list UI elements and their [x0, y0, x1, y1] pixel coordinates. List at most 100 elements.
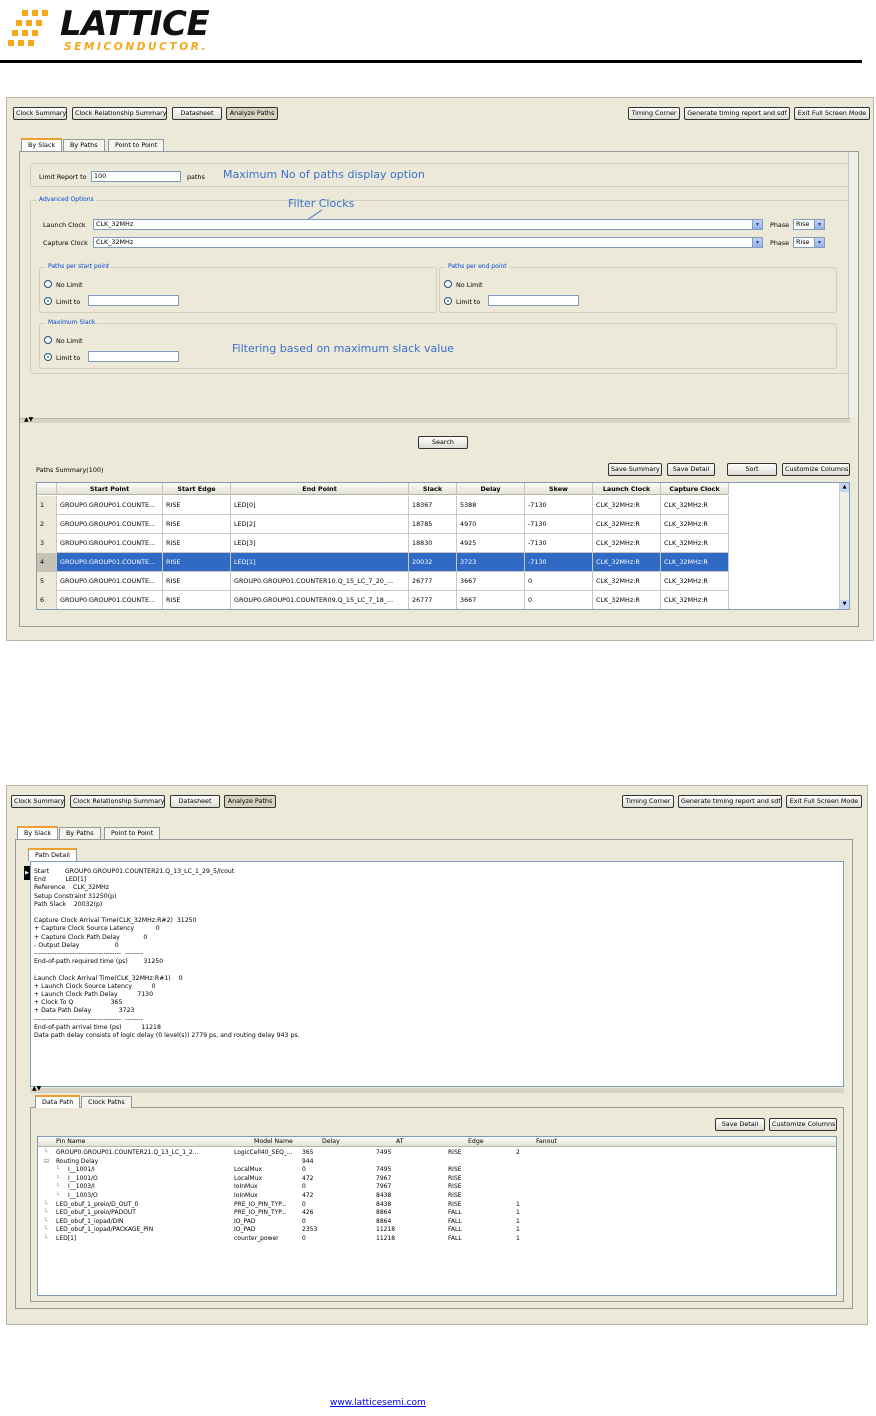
chevron-down-icon[interactable]: ▾	[814, 238, 824, 247]
collapse-arrows-icon[interactable]: ▲▼	[24, 416, 33, 424]
footer-link[interactable]: www.latticesemi.com	[330, 1398, 426, 1408]
save-summary-button[interactable]: Save Summary	[608, 463, 662, 476]
save-detail-button[interactable]: Save Detail	[715, 1118, 765, 1131]
tab-data-path[interactable]: Data Path	[35, 1095, 81, 1108]
tab-clock-paths[interactable]: Clock Paths	[81, 1096, 132, 1108]
table-row[interactable]: 3 GROUP0.GROUP01.COUNTE... RISE LED[3] 18830…	[37, 534, 729, 553]
column-header[interactable]: End Point	[231, 483, 409, 495]
detail-line: Path Slack 20032(p)	[34, 900, 103, 908]
summary-table-scrollbar[interactable]: ▲ ▼	[839, 483, 849, 609]
clock-relationship-button[interactable]: Clock Relationship Summary	[70, 795, 165, 808]
column-header[interactable]: AT	[396, 1137, 404, 1147]
column-header[interactable]: Start Point	[57, 483, 163, 495]
chevron-down-icon[interactable]: ▾	[814, 220, 824, 229]
top-panel-scrollbar[interactable]	[848, 152, 858, 418]
tree-branch-icon: └	[56, 1174, 60, 1182]
capture-clock-select[interactable]: CLK_32MHz ▾	[93, 237, 763, 248]
customize-columns-button[interactable]: Customize Columns	[782, 463, 850, 476]
tab-point-to-point[interactable]: Point to Point	[104, 827, 161, 839]
slack-limit-to-radio[interactable]	[44, 353, 52, 361]
list-item[interactable]: └ LED_obuf_1_preio/PADOUT PRE_IO_PIN_TYP..…	[38, 1209, 598, 1217]
column-header[interactable]: Pin Name	[56, 1137, 85, 1147]
table-cell: LocalMux	[234, 1166, 263, 1174]
end-limit-to-radio[interactable]	[444, 297, 452, 305]
list-item[interactable]: └ LED_obuf_1_iopad/PACKAGE_PIN IO_PAD 2353 1…	[38, 1226, 598, 1234]
exit-full-screen-button[interactable]: Exit Full Screen Mode	[786, 795, 862, 808]
list-item[interactable]: └ I__1001/O LocalMux 472 7967 RISE	[38, 1175, 598, 1183]
splitter-handle[interactable]: ▲▼	[20, 416, 850, 424]
sort-button[interactable]: Sort	[727, 463, 777, 476]
column-header[interactable]: Delay	[457, 483, 525, 495]
slack-limit-input[interactable]	[88, 351, 179, 362]
analyze-paths-button[interactable]: Analyze Paths	[226, 107, 278, 120]
clock-summary-button[interactable]: Clock Summary	[13, 107, 67, 120]
clock-summary-button[interactable]: Clock Summary	[11, 795, 65, 808]
exit-full-screen-button[interactable]: Exit Full Screen Mode	[794, 107, 870, 120]
table-cell: GROUP0.GROUP01.COUNTER21.Q_13_LC_1_2...	[56, 1149, 199, 1156]
table-row[interactable]: 5 GROUP0.GROUP01.COUNTE... RISE GROUP0.GROU…	[37, 572, 729, 591]
customize-columns-button[interactable]: Customize Columns	[769, 1118, 837, 1131]
datasheet-button[interactable]: Datasheet	[170, 795, 220, 808]
list-item[interactable]: └ LED[1] counter_power 0 11218 FALL 1	[38, 1235, 598, 1243]
splitter-handle[interactable]: ▲▼	[30, 1085, 844, 1093]
datasheet-button[interactable]: Datasheet	[172, 107, 222, 120]
list-item[interactable]: └ I__1003/I IoInMux 0 7967 RISE	[38, 1183, 598, 1191]
column-header[interactable]: Slack	[409, 483, 457, 495]
search-button[interactable]: Search	[418, 436, 468, 449]
slack-no-limit-radio[interactable]	[44, 336, 52, 344]
tab-by-slack[interactable]: By Slack	[17, 826, 59, 839]
table-row[interactable]: 2 GROUP0.GROUP01.COUNTE... RISE LED[2] 18785…	[37, 515, 729, 534]
analyze-paths-button[interactable]: Analyze Paths	[224, 795, 276, 808]
column-header[interactable]: Delay	[322, 1137, 340, 1147]
end-no-limit-radio[interactable]	[444, 280, 452, 288]
start-limit-input[interactable]	[88, 295, 179, 306]
list-item[interactable]: └ LED_obuf_1_iopad/DIN IO_PAD 0 8864 FALL 1	[38, 1218, 598, 1226]
generate-report-button[interactable]: Generate timing report and sdf	[684, 107, 790, 120]
table-row[interactable]: 6 GROUP0.GROUP01.COUNTE... RISE GROUP0.GROU…	[37, 591, 729, 609]
collapse-arrows-icon[interactable]: ▲▼	[32, 1085, 41, 1093]
column-header[interactable]: Fanout	[536, 1137, 557, 1147]
tab-by-paths[interactable]: By Paths	[63, 139, 105, 151]
tab-by-paths[interactable]: By Paths	[59, 827, 101, 839]
list-item[interactable]: └ LED_obuf_1_preio/D_OUT_0 PRE_IO_PIN_TYP.…	[38, 1201, 598, 1209]
table-cell: LocalMux	[234, 1174, 263, 1182]
column-header[interactable]: Skew	[525, 483, 593, 495]
end-limit-input[interactable]	[488, 295, 579, 306]
list-item[interactable]: └ I__1001/I LocalMux 0 7495 RISE	[38, 1166, 598, 1174]
start-limit-to-radio[interactable]	[44, 297, 52, 305]
column-header-row-number[interactable]	[37, 483, 57, 495]
detail-line: --------------------------------------- …	[34, 1015, 143, 1023]
scroll-down-icon[interactable]: ▼	[840, 600, 849, 609]
limit-report-input[interactable]: 100	[91, 171, 181, 182]
table-row[interactable]: 4 GROUP0.GROUP01.COUNTE... RISE LED[1] 20032…	[37, 553, 729, 572]
launch-phase-select[interactable]: Rise ▾	[793, 219, 825, 230]
generate-report-button[interactable]: Generate timing report and sdf	[678, 795, 782, 808]
save-detail-button[interactable]: Save Detail	[667, 463, 715, 476]
table-cell: RISE	[163, 496, 231, 515]
column-header[interactable]: Model Name	[254, 1137, 293, 1147]
list-item[interactable]: ⊟ Routing Delay 944	[38, 1158, 598, 1166]
screenshot-path-detail: Clock Summary Clock Relationship Summary…	[6, 785, 868, 1325]
scroll-up-icon[interactable]: ▲	[840, 483, 849, 492]
start-no-limit-radio[interactable]	[44, 280, 52, 288]
timing-corner-button[interactable]: Timing Corner	[628, 107, 680, 120]
timing-corner-button[interactable]: Timing Corner	[622, 795, 674, 808]
table-cell: I__1003/O	[68, 1192, 98, 1199]
list-item[interactable]: └ GROUP0.GROUP01.COUNTER21.Q_13_LC_1_2...…	[38, 1149, 598, 1157]
column-header[interactable]: Start Edge	[163, 483, 231, 495]
launch-clock-select[interactable]: CLK_32MHz ▾	[93, 219, 763, 230]
tab-by-slack[interactable]: By Slack	[21, 138, 63, 151]
column-header[interactable]: Edge	[468, 1137, 484, 1147]
tab-point-to-point[interactable]: Point to Point	[108, 139, 165, 151]
capture-phase-select[interactable]: Rise ▾	[793, 237, 825, 248]
tab-path-detail[interactable]: Path Detail	[28, 848, 77, 861]
chevron-down-icon[interactable]: ▾	[752, 220, 762, 229]
table-cell: PRE_IO_PIN_TYP...	[234, 1209, 287, 1217]
tree-collapse-icon[interactable]: ⊟	[44, 1158, 49, 1166]
chevron-down-icon[interactable]: ▾	[752, 238, 762, 247]
column-header[interactable]: Launch Clock	[593, 483, 661, 495]
list-item[interactable]: └ I__1003/O IoInMux 472 8438 RISE	[38, 1192, 598, 1200]
table-row[interactable]: 1 GROUP0.GROUP01.COUNTE... RISE LED[0] 18367…	[37, 496, 729, 515]
clock-relationship-button[interactable]: Clock Relationship Summary	[72, 107, 167, 120]
column-header[interactable]: Capture Clock	[661, 483, 729, 495]
